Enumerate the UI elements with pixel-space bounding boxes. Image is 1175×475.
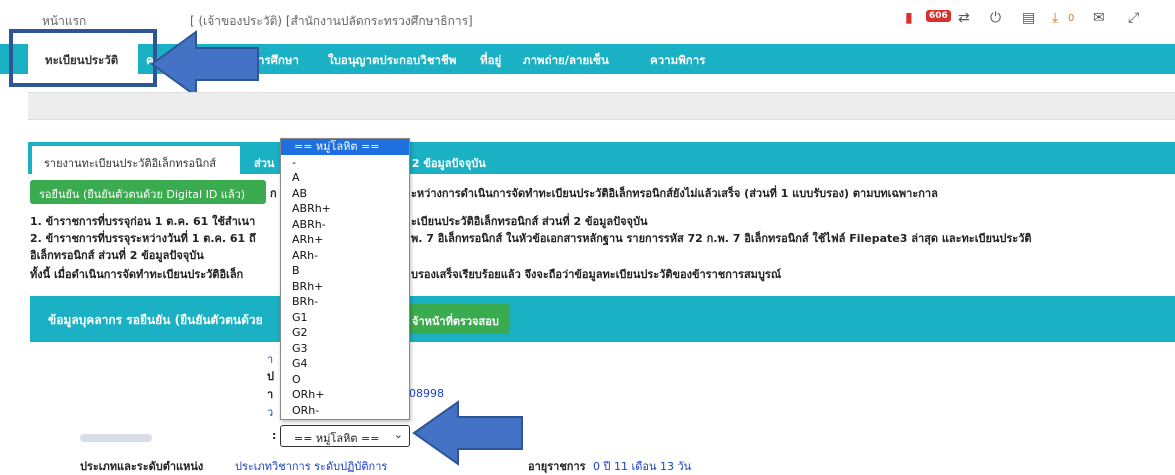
- blood-group-option[interactable]: ORh+: [281, 387, 409, 403]
- notice-line0: ะหว่างการดำเนินการจัดทำทะเบียนประวัติอิเ…: [411, 187, 938, 200]
- blood-group-dropdown[interactable]: == หมู่โลหิต == - A AB ABRh+ ABRh- ARh+ ARh- B BR…: [280, 138, 410, 420]
- blood-group-option-label: O: [292, 372, 301, 386]
- blood-group-option[interactable]: G4: [281, 356, 409, 372]
- notice-line3: อิเล็กทรอนิกส์ ส่วนที่ 2 ข้อมูลปัจจุบัน: [30, 249, 204, 262]
- tab-education[interactable]: ารศึกษา: [258, 52, 299, 70]
- blood-group-option-label: ORh-: [292, 403, 320, 417]
- blood-group-option-label: ABRh-: [292, 217, 326, 231]
- blood-group-option[interactable]: A: [281, 170, 409, 186]
- blood-group-option[interactable]: G2: [281, 325, 409, 341]
- panel-fragment-c: า: [267, 388, 274, 401]
- status-button-label: รอยืนยัน (ยืนยันตัวตนด้วย Digital ID แล้…: [39, 188, 246, 201]
- blood-group-select[interactable]: == หมู่โลหิต == ⌄: [280, 425, 410, 447]
- notice-line4b: บรองเสร็จเรียบร้อยแล้ว จึงจะถือว่าข้อมูล…: [411, 268, 782, 281]
- status-button[interactable]: รอยืนยัน (ยืนยันตัวตนด้วย Digital ID แล้…: [30, 180, 266, 204]
- notice-line1a: 1. ข้าราชการที่บรรจุก่อน 1 ต.ค. 61 ใช้สำ…: [30, 215, 256, 228]
- owner-org-label: [ (เจ้าของประวัติ) [สำนักงานปลัดกระทรวงศ…: [190, 14, 473, 28]
- blood-group-option[interactable]: ABRh-: [281, 217, 409, 233]
- download-icon[interactable]: ⤓: [1052, 10, 1058, 26]
- download-count: 0: [1068, 13, 1075, 24]
- blood-group-option[interactable]: -: [281, 155, 409, 171]
- blood-group-option-label: -: [292, 155, 296, 169]
- blood-group-colon: :: [272, 429, 277, 442]
- tab-disability[interactable]: ความพิการ: [650, 52, 705, 70]
- blood-group-option-label: ORh+: [292, 388, 325, 401]
- swap-icon[interactable]: ⇄: [958, 10, 970, 26]
- annotation-arrow-left-icon: [150, 30, 259, 98]
- notice-line4a: ทั้งนี้ เมื่อดำเนินการจัดทำทะเบียนประวัต…: [30, 268, 244, 281]
- blood-group-option[interactable]: BRh-: [281, 294, 409, 310]
- blood-group-option-label: G3: [292, 341, 308, 355]
- panel-title: ข้อมูลบุคลากร รอยืนยัน (ยืนยันตัวตนด้วย: [48, 313, 263, 327]
- tab-photo-signature[interactable]: ภาพถ่าย/ลายเซ็น: [523, 52, 609, 70]
- panel-fragment-a: า: [267, 353, 274, 366]
- position-value: ประเภทวิชาการ ระดับปฏิบัติการ: [235, 460, 388, 473]
- blood-group-option-label: G2: [292, 326, 308, 339]
- book-icon[interactable]: ▤: [1022, 10, 1035, 26]
- annotation-arrow-left-icon: [412, 400, 523, 466]
- blood-group-selected: == หมู่โลหิต ==: [294, 432, 380, 445]
- blurred-label: [80, 434, 152, 442]
- notice-line2a: 2. ข้าราชการที่บรรจุระหว่างวันที่ 1 ต.ค.…: [30, 232, 256, 245]
- panel-fragment-b: ป: [267, 370, 274, 383]
- blood-group-option[interactable]: G3: [281, 341, 409, 357]
- blood-group-option[interactable]: BRh+: [281, 279, 409, 295]
- section-tabs: รายงานทะเบียนประวัติอิเล็กทรอนิกส์ ส่วน …: [28, 142, 1175, 174]
- id-number-fragment: 08998: [409, 387, 444, 400]
- verify-button-label: จ้าหน้าที่ตรวจสอบ: [412, 315, 499, 328]
- blood-group-option[interactable]: B: [281, 263, 409, 279]
- highlight-box: [9, 29, 157, 87]
- blood-group-option-label: AB: [292, 186, 308, 200]
- panel-fragment-d: ว: [267, 406, 274, 419]
- service-label: อายุราชการ: [528, 460, 586, 473]
- blood-group-option[interactable]: ARh-: [281, 248, 409, 264]
- blood-group-option[interactable]: ABRh+: [281, 201, 409, 217]
- power-icon[interactable]: ⏻: [990, 10, 1001, 26]
- tab-electronic-report-label: รายงานทะเบียนประวัติอิเล็กทรอนิกส์: [44, 157, 217, 170]
- bell-icon[interactable]: ▮: [905, 10, 913, 26]
- blood-group-option[interactable]: G1: [281, 310, 409, 326]
- tab-address[interactable]: ที่อยู่: [480, 52, 501, 70]
- blood-group-option[interactable]: O: [281, 372, 409, 388]
- toolbar-strip: [28, 92, 1175, 120]
- verify-button[interactable]: จ้าหน้าที่ตรวจสอบ: [404, 304, 510, 334]
- blood-group-option-label: G4: [292, 357, 308, 370]
- blood-group-option-label: BRh-: [292, 295, 319, 308]
- notice-line1b: ะเบียนประวัติอิเล็กทรอนิกส์ ส่วนที่ 2 ข้…: [411, 215, 648, 228]
- chat-icon[interactable]: ✉: [1093, 10, 1105, 26]
- blood-group-option-label: == หมู่โลหิต ==: [294, 140, 380, 153]
- blood-group-option-label: B: [292, 264, 300, 277]
- panel-header: ข้อมูลบุคลากร รอยืนยัน (ยืนยันตัวตนด้วย: [30, 296, 1175, 342]
- service-value: 0 ปี 11 เดือน 13 วัน: [593, 460, 692, 473]
- blood-group-option[interactable]: ORh-: [281, 403, 409, 419]
- blood-group-option-label: ARh-: [292, 248, 319, 262]
- fullscreen-icon[interactable]: ⤢: [1128, 10, 1139, 26]
- blood-group-option[interactable]: ARh+: [281, 232, 409, 248]
- blood-group-option-label: ARh+: [292, 233, 324, 246]
- tab-part2-suffix[interactable]: ี่ 2 ข้อมูลปัจจุบัน: [408, 154, 486, 172]
- blood-group-option-label: A: [292, 171, 300, 184]
- notice-fragment: ก: [270, 187, 277, 200]
- tab-electronic-report[interactable]: รายงานทะเบียนประวัติอิเล็กทรอนิกส์: [32, 146, 240, 174]
- position-label: ประเภทและระดับตำแหน่ง: [80, 460, 204, 473]
- blood-group-option[interactable]: AB: [281, 186, 409, 202]
- notice-line2b: พ. 7 อิเล็กทรอนิกส์ ในหัวข้อเอกสารหลักฐา…: [411, 232, 1032, 245]
- chevron-down-icon: ⌄: [393, 428, 403, 441]
- notification-badge: 606: [926, 10, 951, 22]
- blood-group-option[interactable]: == หมู่โลหิต ==: [281, 139, 409, 155]
- blood-group-option-label: G1: [292, 310, 308, 324]
- blood-group-option-label: BRh+: [292, 279, 324, 293]
- blood-group-option-label: ABRh+: [292, 202, 331, 215]
- tab-part2-prefix[interactable]: ส่วน: [254, 154, 274, 172]
- tab-license[interactable]: ใบอนุญาตประกอบวิชาชีพ: [328, 52, 456, 70]
